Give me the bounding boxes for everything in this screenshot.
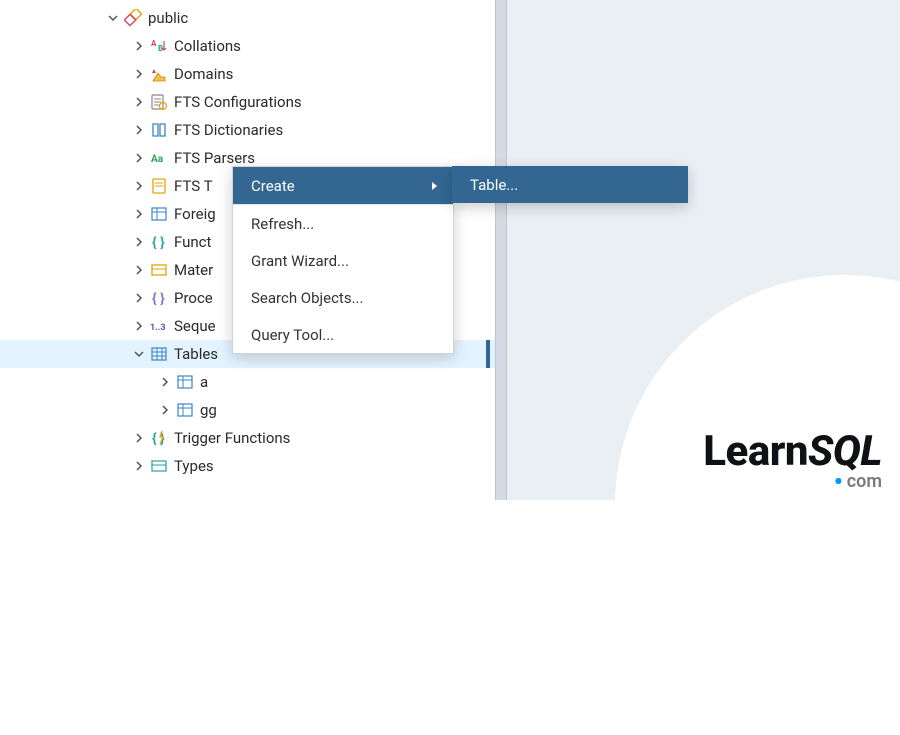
fts-dictionary-icon (150, 121, 168, 139)
tree-label: FTS Parsers (174, 149, 255, 167)
chevron-right-icon (132, 41, 146, 51)
tree-table-a[interactable]: a (0, 368, 495, 396)
procedures-icon: { } (150, 289, 168, 307)
tree-label: FTS Configurations (174, 93, 302, 111)
chevron-right-icon (132, 209, 146, 219)
tree-label: public (148, 9, 188, 27)
tree-item-domains[interactable]: Domains (0, 60, 495, 88)
svg-text:{ }: { } (152, 431, 165, 447)
context-menu: Create Refresh... Grant Wizard... Search… (232, 166, 454, 354)
chevron-right-icon (132, 69, 146, 79)
chevron-right-icon (132, 265, 146, 275)
tree-label: Types (174, 457, 214, 475)
svg-text:{ }: { } (152, 235, 165, 251)
tables-icon (150, 345, 168, 363)
chevron-right-icon (158, 377, 172, 387)
brand-suffix: SQL (808, 427, 882, 476)
chevron-down-icon (132, 349, 146, 359)
menu-label: Table... (470, 176, 518, 194)
table-icon (176, 373, 194, 391)
object-tree-panel: public AB Collations Domains FTS Configu… (0, 0, 495, 500)
chevron-right-icon (132, 237, 146, 247)
tree-label: Tables (174, 345, 218, 363)
tree-label: Seque (174, 317, 216, 335)
foreign-table-icon (150, 205, 168, 223)
brand-wordmark: LearnSQL (703, 431, 882, 473)
svg-text:Aa: Aa (151, 154, 164, 165)
menu-label: Query Tool... (251, 326, 334, 344)
context-menu-refresh[interactable]: Refresh... (233, 205, 453, 242)
brand-suffix-line: •com (834, 471, 882, 492)
chevron-right-icon (132, 181, 146, 191)
domains-icon (150, 65, 168, 83)
tree-label: Foreig (174, 205, 216, 223)
tree-label: gg (200, 401, 217, 419)
selection-caret (486, 340, 490, 368)
context-submenu-create: Table... (452, 166, 688, 203)
tree-item-types[interactable]: Types (0, 452, 495, 480)
panel-divider[interactable] (495, 0, 507, 500)
brand-com: com (847, 471, 882, 492)
tree-label: a (200, 373, 208, 391)
context-menu-create[interactable]: Create (233, 167, 453, 204)
brand-prefix: Learn (703, 427, 808, 476)
menu-label: Grant Wizard... (251, 252, 349, 270)
chevron-down-icon (106, 13, 120, 23)
tree-item-trigger-functions[interactable]: { } Trigger Functions (0, 424, 495, 452)
tree-schema-public[interactable]: public (0, 4, 495, 32)
context-menu-grant-wizard[interactable]: Grant Wizard... (233, 242, 453, 279)
table-icon (176, 401, 194, 419)
fts-parser-icon: Aa (150, 149, 168, 167)
tree-item-collations[interactable]: AB Collations (0, 32, 495, 60)
collations-icon: AB (150, 37, 168, 55)
sequences-icon: 1..3 (150, 317, 168, 335)
chevron-right-icon (132, 293, 146, 303)
chevron-right-icon (132, 125, 146, 135)
tree-label: Trigger Functions (174, 429, 290, 447)
tree-item-fts-dictionaries[interactable]: FTS Dictionaries (0, 116, 495, 144)
types-icon (150, 457, 168, 475)
menu-label: Search Objects... (251, 289, 363, 307)
tree-table-gg[interactable]: gg (0, 396, 495, 424)
menu-label: Create (251, 177, 295, 195)
chevron-right-icon (158, 405, 172, 415)
tree-label: Funct (174, 233, 211, 251)
brand-dot-icon: • (834, 468, 843, 496)
context-menu-search-objects[interactable]: Search Objects... (233, 279, 453, 316)
fts-config-icon (150, 93, 168, 111)
menu-label: Refresh... (251, 215, 314, 233)
chevron-right-icon (132, 461, 146, 471)
chevron-right-icon (132, 153, 146, 163)
chevron-right-icon (132, 97, 146, 107)
svg-text:1..3: 1..3 (150, 323, 166, 333)
chevron-right-icon (431, 177, 439, 195)
brand-logo: LearnSQL •com (703, 431, 882, 492)
svg-text:{ }: { } (152, 291, 165, 307)
schema-icon (124, 9, 142, 27)
tree-label: Proce (174, 289, 213, 307)
tree-label: Collations (174, 37, 241, 55)
submenu-table[interactable]: Table... (452, 166, 688, 203)
tree-label: FTS Dictionaries (174, 121, 283, 139)
svg-text:A: A (151, 39, 157, 48)
tree-item-fts-configurations[interactable]: FTS Configurations (0, 88, 495, 116)
tree-label: FTS T (174, 177, 213, 195)
context-menu-query-tool[interactable]: Query Tool... (233, 316, 453, 353)
fts-template-icon (150, 177, 168, 195)
functions-icon: { } (150, 233, 168, 251)
tree-label: Domains (174, 65, 233, 83)
trigger-functions-icon: { } (150, 429, 168, 447)
mview-icon (150, 261, 168, 279)
chevron-right-icon (132, 321, 146, 331)
tree-label: Mater (174, 261, 213, 279)
chevron-right-icon (132, 433, 146, 443)
